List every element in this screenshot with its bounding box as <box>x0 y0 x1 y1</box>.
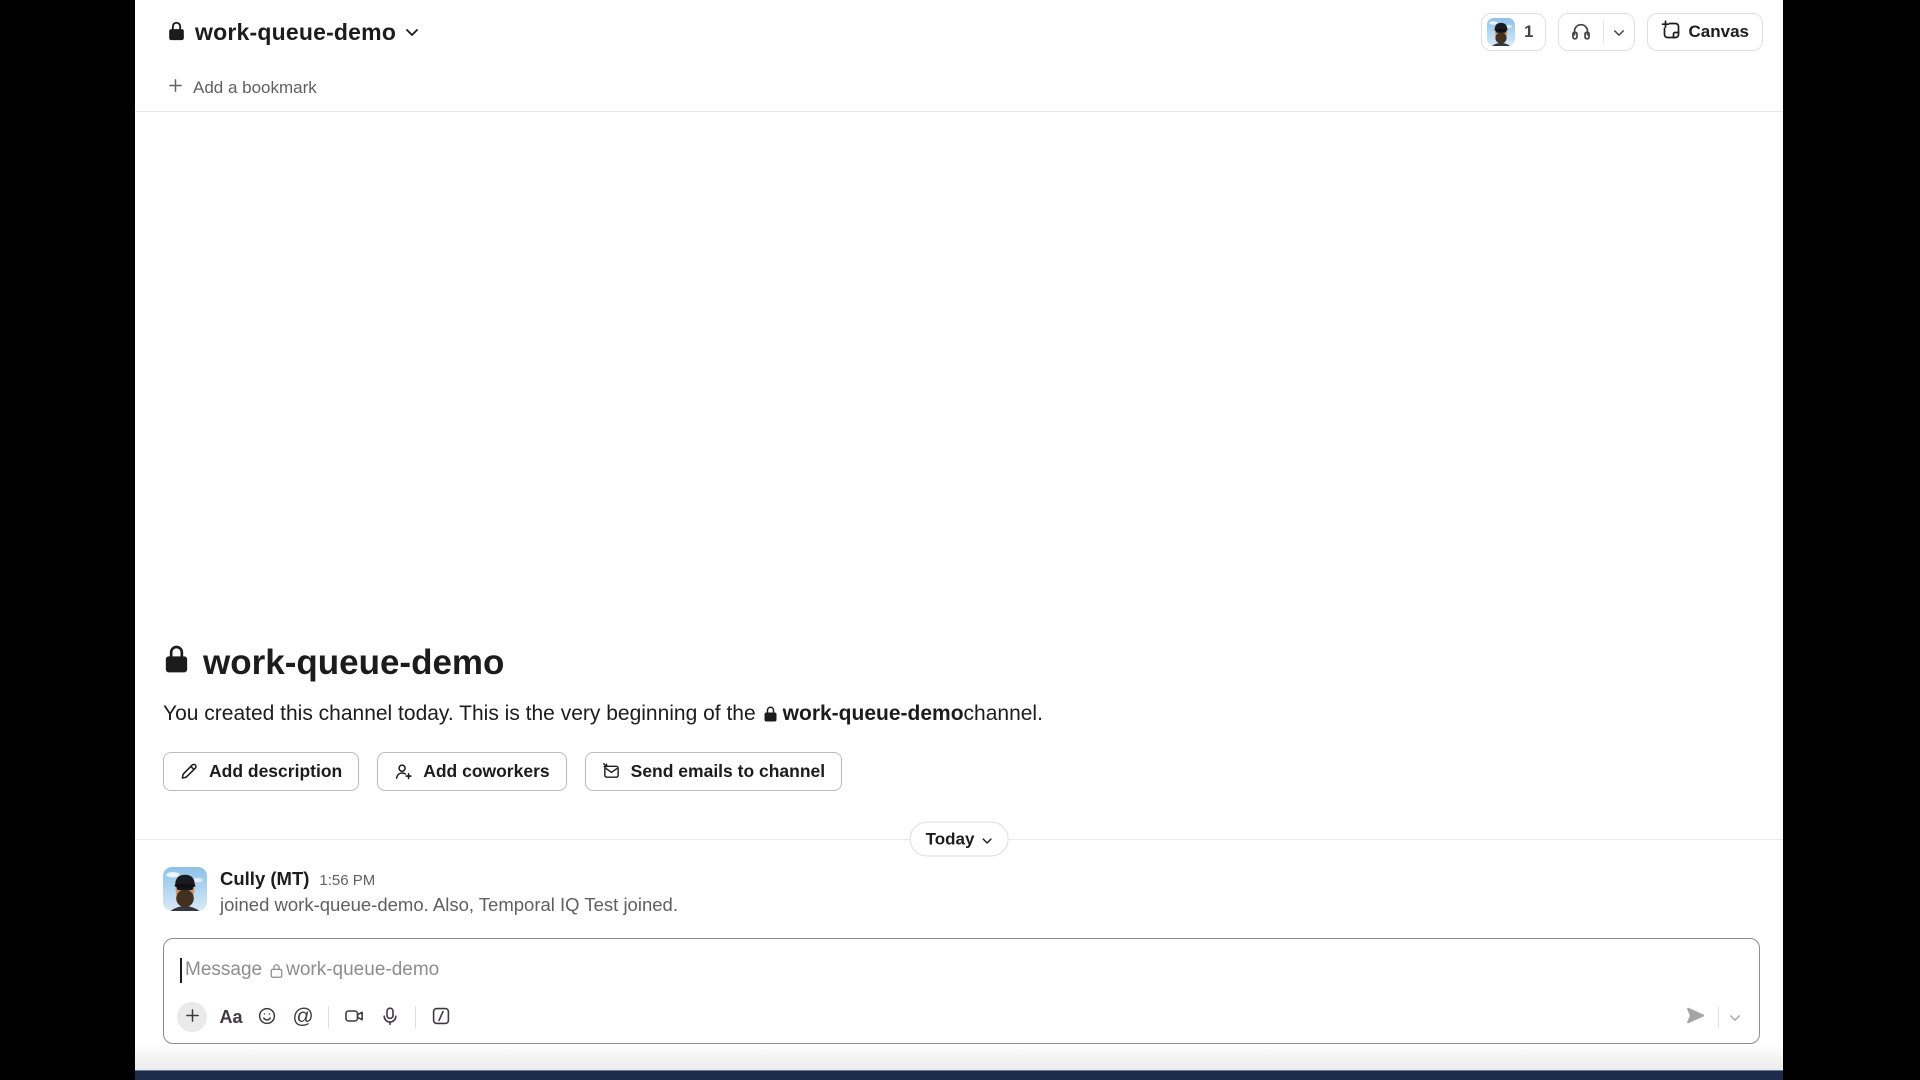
message-row: Cully (MT) 1:56 PM joined work-queue-dem… <box>135 867 1783 938</box>
mention-icon: @ <box>292 1005 313 1029</box>
format-button[interactable]: Aa <box>213 1001 249 1033</box>
channel-name: work-queue-demo <box>195 19 396 46</box>
huddle-control <box>1558 13 1635 51</box>
channel-intro-description: You created this channel today. This is … <box>163 700 1755 728</box>
channel-title-button[interactable]: work-queue-demo <box>161 15 425 50</box>
channel-intro-name: work-queue-demo <box>203 643 504 683</box>
add-coworkers-label: Add coworkers <box>423 761 549 782</box>
huddle-button[interactable] <box>1559 14 1603 50</box>
date-pill-button[interactable]: Today <box>910 822 1009 857</box>
message-content: Cully (MT) 1:56 PM joined work-queue-dem… <box>220 867 678 916</box>
headphones-icon <box>1570 20 1592 44</box>
send-emails-label: Send emails to channel <box>631 761 826 782</box>
date-pill-label: Today <box>926 829 975 849</box>
channel-intro-title: work-queue-demo <box>163 643 1755 684</box>
chevron-down-icon <box>1613 25 1625 40</box>
lock-icon <box>163 643 190 684</box>
channel-intro: work-queue-demo You created this channel… <box>135 643 1783 819</box>
pencil-icon <box>180 762 199 781</box>
message-timestamp[interactable]: 1:56 PM <box>319 872 375 889</box>
plus-icon <box>168 78 183 98</box>
send-controls <box>1677 1002 1747 1032</box>
email-icon <box>602 762 621 781</box>
send-options-button[interactable] <box>1723 1006 1747 1029</box>
avatar[interactable] <box>163 867 207 911</box>
add-bookmark-button[interactable]: Add a bookmark <box>162 74 323 102</box>
header-actions: 1 <box>1481 13 1763 51</box>
intro-text-prefix: You created this channel today. This is … <box>163 700 756 728</box>
member-count: 1 <box>1524 22 1533 42</box>
intro-text-channel: work-queue-demo <box>783 700 964 728</box>
composer-placeholder-prefix: Message <box>185 959 262 981</box>
composer-placeholder-channel: work-queue-demo <box>286 959 439 981</box>
send-emails-button[interactable]: Send emails to channel <box>585 752 843 791</box>
channel-header: work-queue-demo <box>135 0 1783 64</box>
divider <box>415 1006 416 1028</box>
text-cursor <box>180 958 182 983</box>
lock-icon <box>269 962 284 979</box>
intro-text-suffix: channel. <box>964 700 1043 728</box>
emoji-icon <box>257 1006 277 1029</box>
screen: { "header": { "channel_name": "work-queu… <box>0 0 1920 1080</box>
add-coworkers-button[interactable]: Add coworkers <box>377 752 566 791</box>
divider <box>1718 1006 1719 1028</box>
add-description-button[interactable]: Add description <box>163 752 359 791</box>
lock-icon <box>167 20 186 45</box>
canvas-label: Canvas <box>1689 22 1749 42</box>
chevron-down-icon <box>1729 1010 1741 1025</box>
plus-icon <box>185 1008 200 1026</box>
composer-input[interactable]: Message work-queue-demo <box>164 939 1759 995</box>
format-icon: Aa <box>219 1007 242 1028</box>
chevron-down-icon <box>405 25 419 40</box>
send-plane-icon <box>1685 1006 1706 1028</box>
divider <box>328 1006 329 1028</box>
slash-command-icon <box>431 1006 451 1029</box>
video-button[interactable] <box>336 1001 372 1033</box>
add-description-label: Add description <box>209 761 342 782</box>
message-composer: Message work-queue-demo Aa @ <box>163 938 1760 1044</box>
message-author[interactable]: Cully (MT) <box>220 868 309 890</box>
audio-button[interactable] <box>372 1001 408 1033</box>
canvas-button[interactable]: Canvas <box>1647 13 1763 51</box>
attach-button[interactable] <box>177 1002 207 1032</box>
date-divider: Today <box>135 819 1783 859</box>
bookmarks-bar: Add a bookmark <box>135 64 1783 112</box>
message-body: joined work-queue-demo. Also, Temporal I… <box>220 894 678 916</box>
window-bottom-strip <box>135 1044 1783 1070</box>
add-bookmark-label: Add a bookmark <box>193 78 317 98</box>
canvas-icon <box>1661 20 1681 45</box>
mention-button[interactable]: @ <box>285 1001 321 1033</box>
chevron-down-icon <box>981 829 992 849</box>
messages-pane: work-queue-demo You created this channel… <box>135 112 1783 938</box>
composer-toolbar: Aa @ <box>164 995 1759 1043</box>
slack-channel-window: work-queue-demo <box>135 0 1783 1080</box>
message-header: Cully (MT) 1:56 PM <box>220 868 678 890</box>
person-add-icon <box>394 762 413 781</box>
intro-actions: Add description Add coworkers Send email… <box>163 752 1755 791</box>
shortcuts-button[interactable] <box>423 1001 459 1033</box>
emoji-button[interactable] <box>249 1001 285 1033</box>
huddle-options-button[interactable] <box>1604 14 1634 50</box>
send-button[interactable] <box>1677 1002 1714 1032</box>
lock-icon <box>763 705 778 723</box>
video-icon <box>344 1006 365 1029</box>
member-avatar <box>1487 18 1515 46</box>
members-button[interactable]: 1 <box>1481 13 1545 51</box>
microphone-icon <box>380 1006 400 1029</box>
status-bar <box>135 1070 1783 1080</box>
